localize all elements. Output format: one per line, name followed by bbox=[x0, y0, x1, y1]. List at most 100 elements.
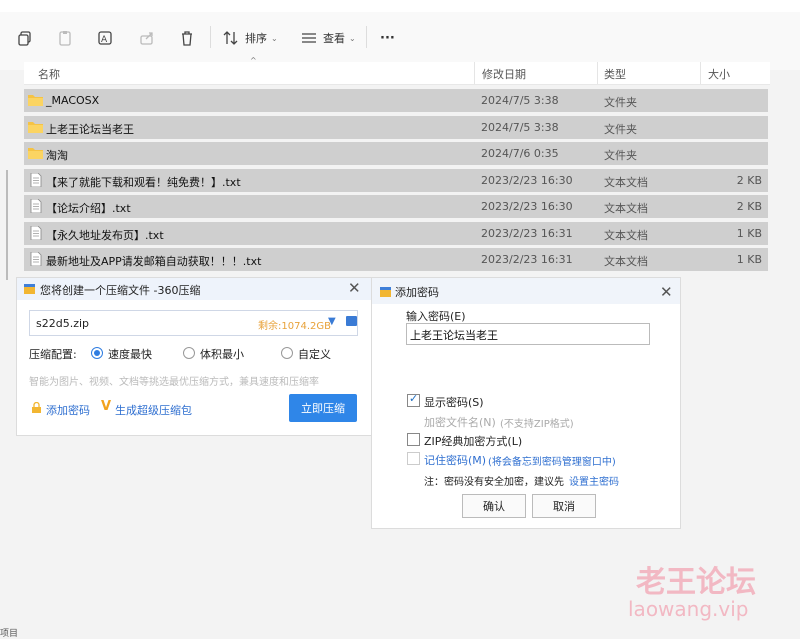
encrypt-filename-label: 加密文件名(N) bbox=[424, 416, 496, 429]
toolbar-divider bbox=[210, 26, 211, 48]
table-row[interactable]: 最新地址及APP请发邮箱自动获取！！！.txt 2023/2/23 16:31 … bbox=[24, 248, 768, 271]
table-row[interactable]: 【来了就能下载和观看！纯免费！】.txt 2023/2/23 16:30 文本文… bbox=[24, 169, 768, 192]
view-label: 查看 bbox=[323, 32, 345, 45]
file-date: 2023/2/23 16:31 bbox=[481, 227, 573, 240]
remember-password-note: (将会备忘到密码管理窗口中) bbox=[488, 457, 616, 468]
table-row[interactable]: 淘淘 2024/7/6 0:35 文件夹 bbox=[24, 142, 768, 165]
compress-dialog-titlebar: 您将创建一个压缩文件 -360压缩 ✕ bbox=[17, 278, 372, 300]
file-type: 文本文档 bbox=[604, 255, 648, 268]
paste-icon[interactable] bbox=[56, 28, 74, 48]
file-name: 淘淘 bbox=[46, 149, 68, 162]
text-file-icon bbox=[30, 226, 42, 240]
toolbar-top-strip bbox=[0, 0, 800, 12]
compress-hint: 智能为图片、视频、文档等挑选最优压缩方式，兼具速度和压缩率 bbox=[29, 377, 319, 388]
file-size: 2 KB bbox=[736, 174, 762, 187]
option-fastest-radio[interactable] bbox=[91, 347, 103, 359]
file-list-header: ^ 名称 修改日期 类型 大小 bbox=[24, 56, 770, 85]
super-package-link[interactable]: 生成超级压缩包 bbox=[115, 402, 192, 418]
encrypt-filename-note: (不支持ZIP格式) bbox=[500, 419, 574, 430]
file-name: 【论坛介绍】.txt bbox=[46, 202, 131, 215]
folder-icon bbox=[28, 95, 43, 106]
cancel-button[interactable]: 取消 bbox=[532, 494, 596, 518]
table-row[interactable]: _MACOSX 2024/7/5 3:38 文件夹 bbox=[24, 89, 768, 112]
browse-folder-icon[interactable] bbox=[346, 316, 357, 326]
view-icon bbox=[302, 33, 316, 43]
remember-password-checkbox[interactable] bbox=[407, 452, 420, 465]
copy-icon[interactable] bbox=[16, 28, 34, 48]
column-date[interactable]: 修改日期 bbox=[482, 66, 526, 82]
password-dialog-title: 添加密码 bbox=[395, 286, 439, 299]
chevron-down-icon: ⌄ bbox=[349, 33, 356, 43]
sort-ascending-icon: ^ bbox=[250, 56, 257, 65]
close-icon[interactable]: ✕ bbox=[348, 281, 361, 296]
option-smallest-label[interactable]: 体积最小 bbox=[200, 346, 244, 362]
file-type: 文本文档 bbox=[604, 176, 648, 189]
show-password-checkbox[interactable]: ✓ bbox=[407, 392, 420, 407]
status-bar-fragment: 项目 bbox=[0, 629, 19, 639]
column-type[interactable]: 类型 bbox=[604, 66, 626, 82]
file-size: 2 KB bbox=[736, 200, 762, 213]
file-date: 2023/2/23 16:30 bbox=[481, 200, 573, 213]
table-row[interactable]: 【论坛介绍】.txt 2023/2/23 16:30 文本文档 2 KB bbox=[24, 195, 768, 218]
password-input[interactable]: 上老王论坛当老王 bbox=[406, 323, 650, 345]
text-file-icon bbox=[30, 252, 42, 266]
sort-button[interactable]: 排序 ⌄ bbox=[222, 28, 278, 48]
svg-text:A: A bbox=[101, 35, 108, 45]
file-name: 上老王论坛当老王 bbox=[46, 123, 134, 136]
file-type: 文本文档 bbox=[604, 229, 648, 242]
file-name: 【永久地址发布页】.txt bbox=[46, 229, 164, 242]
file-date: 2024/7/5 3:38 bbox=[481, 121, 559, 134]
chevron-down-icon[interactable]: ▼ bbox=[328, 316, 336, 327]
file-name: 【来了就能下载和观看！纯免费！】.txt bbox=[46, 176, 241, 189]
close-icon[interactable]: ✕ bbox=[660, 285, 673, 300]
sort-label: 排序 bbox=[245, 32, 267, 45]
folder-icon bbox=[28, 122, 43, 133]
file-type: 文件夹 bbox=[604, 96, 637, 109]
column-divider bbox=[700, 62, 701, 84]
column-size[interactable]: 大小 bbox=[708, 66, 730, 82]
view-button[interactable]: 查看 ⌄ bbox=[300, 28, 356, 48]
chevron-down-icon: ⌄ bbox=[271, 33, 278, 43]
file-date: 2024/7/6 0:35 bbox=[481, 147, 559, 160]
compress-dialog-title: 您将创建一个压缩文件 -360压缩 bbox=[40, 284, 201, 297]
remember-password-label[interactable]: 记住密码(M) bbox=[424, 452, 486, 468]
delete-icon[interactable] bbox=[178, 28, 196, 48]
set-master-password-link[interactable]: 设置主密码 bbox=[569, 473, 619, 488]
option-smallest-radio[interactable] bbox=[183, 347, 195, 359]
compress-dialog: 您将创建一个压缩文件 -360压缩 ✕ s22d5.zip 剩余:1074.2G… bbox=[16, 277, 373, 436]
option-custom-label[interactable]: 自定义 bbox=[298, 346, 331, 362]
file-type: 文件夹 bbox=[604, 123, 637, 136]
add-password-dialog: 添加密码 ✕ 输入密码(E) 上老王论坛当老王 ✓ 显示密码(S) 加密文件名(… bbox=[371, 277, 681, 529]
zip-classic-label[interactable]: ZIP经典加密方式(L) bbox=[424, 433, 522, 449]
file-date: 2023/2/23 16:31 bbox=[481, 253, 573, 266]
compress-now-button[interactable]: 立即压缩 bbox=[289, 394, 357, 422]
watermark-title: 老王论坛 bbox=[636, 565, 756, 600]
column-name[interactable]: 名称 bbox=[38, 66, 60, 82]
watermark-url: laowang.vip bbox=[628, 597, 749, 621]
table-row[interactable]: 【永久地址发布页】.txt 2023/2/23 16:31 文本文档 1 KB bbox=[24, 222, 768, 245]
file-type: 文件夹 bbox=[604, 149, 637, 162]
option-custom-radio[interactable] bbox=[281, 347, 293, 359]
file-size: 1 KB bbox=[736, 253, 762, 266]
file-name: 最新地址及APP请发邮箱自动获取！！！.txt bbox=[46, 255, 262, 268]
share-icon[interactable] bbox=[138, 28, 156, 48]
file-name: _MACOSX bbox=[46, 94, 100, 107]
file-date: 2023/2/23 16:30 bbox=[481, 174, 573, 187]
table-row[interactable]: 上老王论坛当老王 2024/7/5 3:38 文件夹 bbox=[24, 116, 768, 139]
column-divider bbox=[597, 62, 598, 84]
text-file-icon bbox=[30, 173, 42, 187]
explorer-toolbar: A 排序 ⌄ 查看 ⌄ ··· bbox=[0, 0, 800, 70]
rename-icon[interactable]: A bbox=[96, 28, 114, 48]
zip-classic-checkbox[interactable] bbox=[407, 433, 420, 446]
more-options-button[interactable]: ··· bbox=[380, 28, 395, 48]
folder-icon bbox=[28, 148, 43, 159]
show-password-label[interactable]: 显示密码(S) bbox=[424, 394, 484, 410]
check-icon: ✓ bbox=[409, 392, 419, 405]
ok-button[interactable]: 确认 bbox=[462, 494, 526, 518]
option-fastest-label[interactable]: 速度最快 bbox=[108, 346, 152, 362]
free-space: 剩余:1074.2GB bbox=[258, 321, 331, 332]
archive-icon bbox=[24, 284, 35, 294]
archive-filename-input[interactable]: s22d5.zip 剩余:1074.2GB ▼ bbox=[29, 310, 358, 336]
password-value: 上老王论坛当老王 bbox=[410, 329, 498, 342]
add-password-link[interactable]: 添加密码 bbox=[46, 402, 90, 418]
